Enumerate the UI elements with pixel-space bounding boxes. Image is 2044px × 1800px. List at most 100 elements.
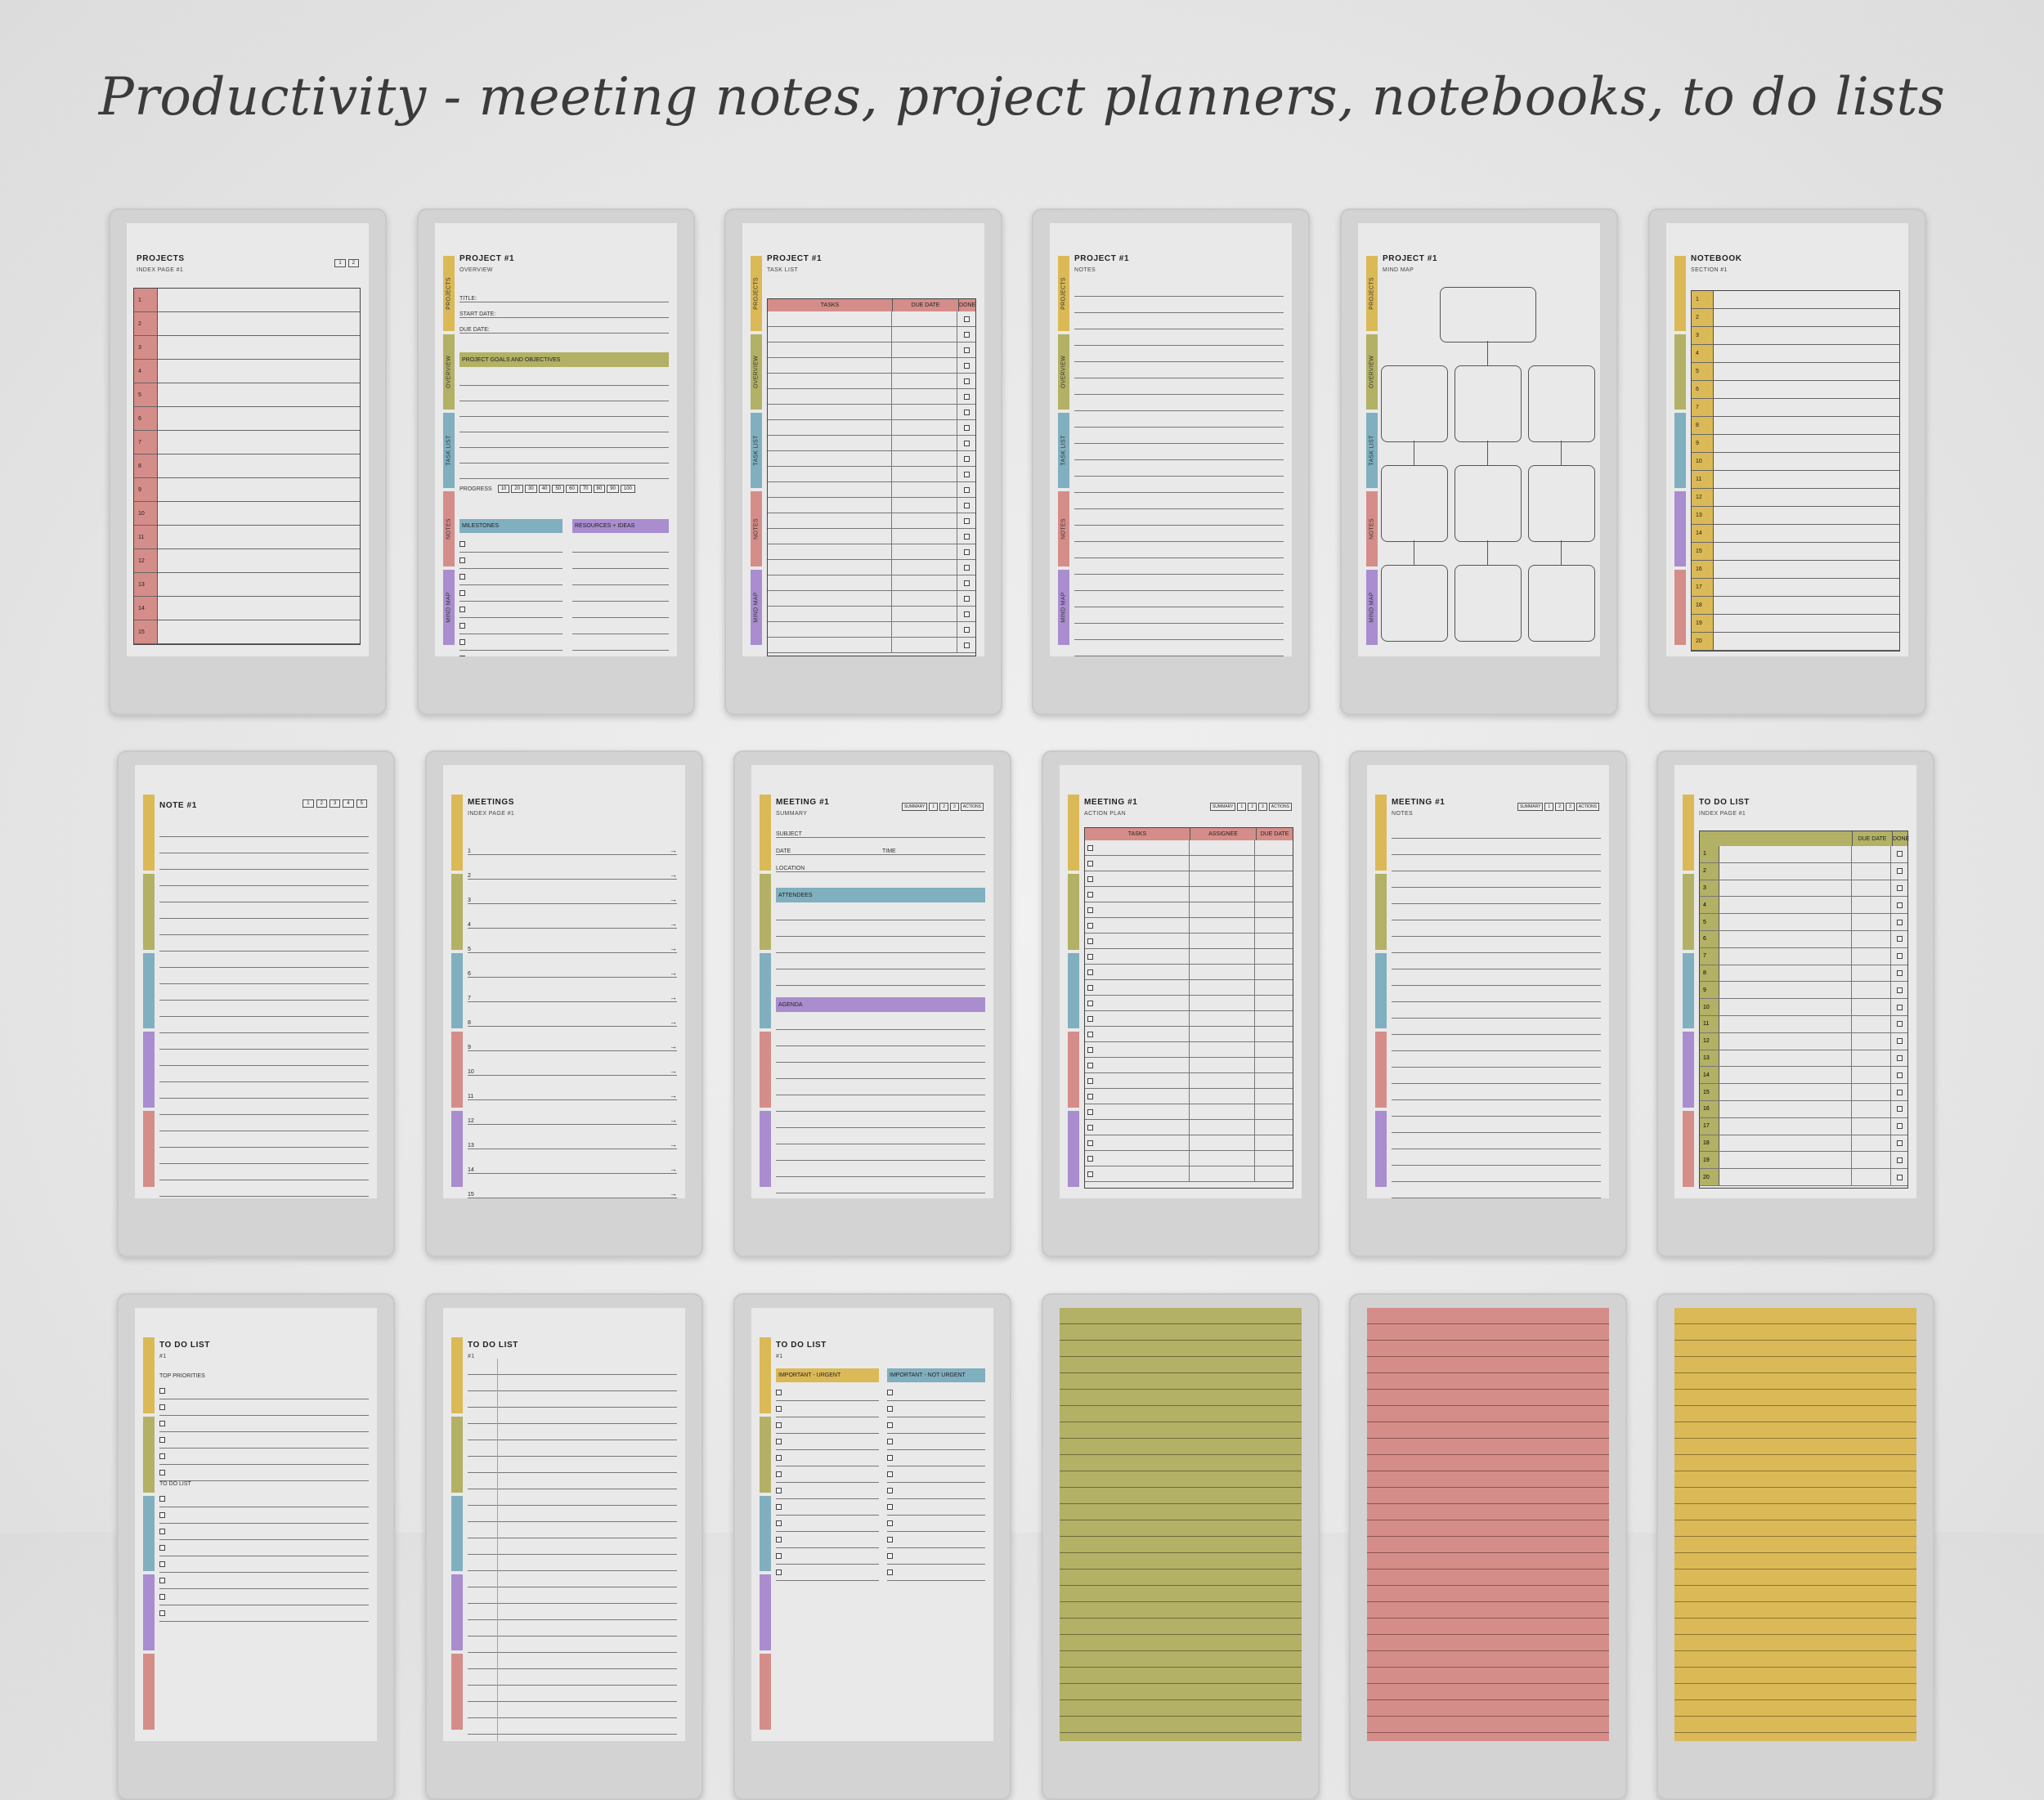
checkbox[interactable] xyxy=(963,502,970,508)
index-row[interactable] xyxy=(1714,453,1899,471)
index-row[interactable] xyxy=(1714,363,1899,381)
todo-index-row[interactable]: 7 xyxy=(1700,947,1907,965)
index-row[interactable] xyxy=(1714,507,1899,525)
checkbox[interactable] xyxy=(1087,1000,1093,1006)
tab-section-2[interactable] xyxy=(760,1416,771,1493)
checklist-row[interactable] xyxy=(776,1434,879,1450)
table-row[interactable] xyxy=(768,451,975,467)
checklist-row[interactable] xyxy=(459,602,563,618)
agenda-lines[interactable] xyxy=(776,1014,985,1193)
tab-mind-map[interactable]: MIND MAP xyxy=(443,570,455,645)
field-title[interactable]: TITLE: xyxy=(459,290,669,302)
meeting-index-row[interactable]: 4 → xyxy=(468,904,677,929)
checkbox[interactable] xyxy=(776,1553,782,1559)
checkbox[interactable] xyxy=(963,580,970,586)
table-row[interactable] xyxy=(1085,902,1293,918)
arrow-right-icon[interactable]: → xyxy=(670,1091,677,1099)
tab-section-3[interactable] xyxy=(143,1495,155,1572)
table-row[interactable] xyxy=(1085,965,1293,980)
tab-section-1[interactable] xyxy=(1674,256,1686,331)
checkbox[interactable] xyxy=(159,1404,165,1410)
todo-index-row[interactable]: 18 xyxy=(1700,1135,1907,1153)
table-row[interactable] xyxy=(1085,1166,1293,1182)
tablet-red-lined[interactable] xyxy=(1349,1293,1627,1800)
index-row[interactable] xyxy=(1714,615,1899,633)
todo-index-row[interactable]: 2 xyxy=(1700,862,1907,880)
table-row[interactable] xyxy=(768,311,975,327)
checkbox[interactable] xyxy=(963,517,970,524)
index-row[interactable] xyxy=(1714,399,1899,417)
checkbox[interactable] xyxy=(459,607,465,612)
tab-section-3[interactable] xyxy=(760,1495,771,1572)
checkbox[interactable] xyxy=(1896,1174,1903,1180)
checkbox[interactable] xyxy=(1896,987,1903,993)
checkbox[interactable] xyxy=(1896,868,1903,875)
checkbox[interactable] xyxy=(459,557,465,563)
meeting-index-row[interactable]: 6 → xyxy=(468,953,677,978)
date-time-field[interactable]: DATE TIME xyxy=(776,838,985,855)
meeting-index-row[interactable]: 1 → xyxy=(468,831,677,855)
checkbox[interactable] xyxy=(1087,984,1093,991)
mindmap-box[interactable] xyxy=(1455,365,1522,442)
meeting-index-row[interactable]: 12 → xyxy=(468,1100,677,1125)
checkbox[interactable] xyxy=(1896,1089,1903,1095)
todo-index-row[interactable]: 13 xyxy=(1700,1050,1907,1068)
checkbox[interactable] xyxy=(776,1390,782,1395)
tab-section-3[interactable] xyxy=(451,1495,463,1572)
tab-projects[interactable]: PROJECTS xyxy=(751,256,762,331)
subject-field[interactable]: SUBJECT xyxy=(776,824,985,838)
checkbox[interactable] xyxy=(776,1488,782,1493)
tab-notes[interactable]: NOTES xyxy=(1058,491,1069,566)
todo-index-row[interactable]: 3 xyxy=(1700,880,1907,898)
checkbox[interactable] xyxy=(963,626,970,633)
checklist-row[interactable] xyxy=(159,1524,369,1540)
checkbox[interactable] xyxy=(1896,1004,1903,1010)
tab-section-2[interactable] xyxy=(451,1416,463,1493)
checkbox[interactable] xyxy=(159,1453,165,1459)
olive-lines[interactable] xyxy=(1060,1308,1302,1741)
arrow-right-icon[interactable]: → xyxy=(670,895,677,903)
table-row[interactable] xyxy=(1085,1135,1293,1151)
checkbox[interactable] xyxy=(963,347,970,353)
index-row[interactable] xyxy=(158,620,360,644)
checklist-row[interactable] xyxy=(887,1450,985,1466)
table-row[interactable] xyxy=(1085,1120,1293,1135)
tablet-note[interactable]: NOTE #1 1 2 3 4 5 xyxy=(117,750,395,1257)
checkbox[interactable] xyxy=(963,316,970,322)
todo-index-row[interactable]: 5 xyxy=(1700,914,1907,931)
page-button[interactable]: 2 xyxy=(1248,803,1257,811)
field-start-date[interactable]: START DATE: xyxy=(459,302,669,318)
tab-section-3[interactable] xyxy=(143,952,155,1029)
checkbox[interactable] xyxy=(1087,1093,1093,1099)
checkbox[interactable] xyxy=(776,1406,782,1412)
checklist-row[interactable] xyxy=(776,1565,879,1581)
tablet-project-overview[interactable]: PROJECTS OVERVIEW TASK LIST NOTES MIND M… xyxy=(417,208,695,715)
index-row[interactable] xyxy=(1714,345,1899,363)
tab-section-5[interactable] xyxy=(451,1654,463,1730)
tab-section-1[interactable] xyxy=(143,795,155,871)
table-row[interactable] xyxy=(1085,1089,1293,1104)
checkbox[interactable] xyxy=(963,611,970,617)
checkbox[interactable] xyxy=(776,1569,782,1575)
index-row[interactable] xyxy=(1714,435,1899,453)
index-row[interactable] xyxy=(158,407,360,431)
checklist-row[interactable] xyxy=(887,1565,985,1581)
table-row[interactable] xyxy=(768,560,975,575)
table-row[interactable] xyxy=(768,591,975,607)
checkbox[interactable] xyxy=(1896,919,1903,925)
field-due-date[interactable]: DUE DATE: xyxy=(459,318,669,334)
index-row[interactable] xyxy=(1714,381,1899,399)
index-row[interactable] xyxy=(158,312,360,336)
tab-section-1[interactable] xyxy=(760,795,771,871)
checklist-row[interactable] xyxy=(776,1466,879,1483)
tab-section-3[interactable] xyxy=(1375,952,1387,1029)
index-row[interactable] xyxy=(158,502,360,526)
table-row[interactable] xyxy=(1085,1151,1293,1166)
checkbox[interactable] xyxy=(963,378,970,384)
checkbox[interactable] xyxy=(776,1455,782,1461)
index-row[interactable] xyxy=(158,573,360,597)
checklist-row[interactable] xyxy=(159,1540,369,1556)
tab-section-4[interactable] xyxy=(760,1574,771,1651)
progress-step[interactable]: 20 xyxy=(511,485,524,493)
checkbox[interactable] xyxy=(1087,953,1093,960)
